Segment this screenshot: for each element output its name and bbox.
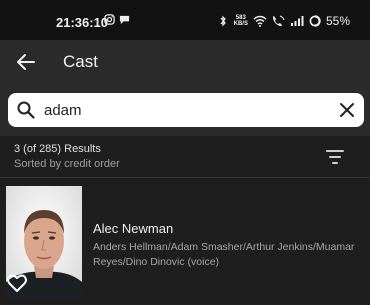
wifi-calling-icon <box>272 15 285 26</box>
battery-icon <box>309 15 321 27</box>
wifi-icon <box>253 15 267 27</box>
heart-icon[interactable] <box>6 272 28 294</box>
close-icon[interactable] <box>338 101 356 119</box>
actor-name: Alec Newman <box>93 221 174 236</box>
character-roles: Anders Hellman/Adam Smasher/Arthur Jenki… <box>93 241 355 268</box>
results-count: 3 (of 285) Results <box>14 143 101 155</box>
signal-icon <box>290 16 304 26</box>
status-time: 21:36:10 <box>56 15 109 30</box>
battery-percentage: 55% <box>325 14 350 28</box>
search-box[interactable] <box>8 93 364 127</box>
status-bar: 21:36:10 583 KB/S 55% <box>0 0 370 40</box>
network-speed: 583 KB/S <box>234 15 248 27</box>
search-icon <box>17 101 35 119</box>
chat-bubble-icon <box>119 15 130 25</box>
page-title: Cast <box>63 52 98 71</box>
results-sort-order: Sorted by credit order <box>14 158 120 170</box>
cast-list-item[interactable]: Alec Newman Anders Hellman/Adam Smasher/… <box>0 186 370 305</box>
divider <box>0 177 370 178</box>
search-area <box>0 84 370 136</box>
network-speed-unit: KB/S <box>233 21 248 27</box>
app-bar: Cast <box>0 40 370 84</box>
status-notification-icons <box>104 14 130 25</box>
search-input[interactable] <box>44 99 314 121</box>
bluetooth-vibrate-icon <box>220 15 226 27</box>
status-system-icons: 583 KB/S 55% <box>217 14 350 28</box>
instagram-icon <box>104 14 115 25</box>
back-arrow-icon[interactable] <box>14 50 38 74</box>
sort-filter-icon[interactable] <box>325 148 345 166</box>
